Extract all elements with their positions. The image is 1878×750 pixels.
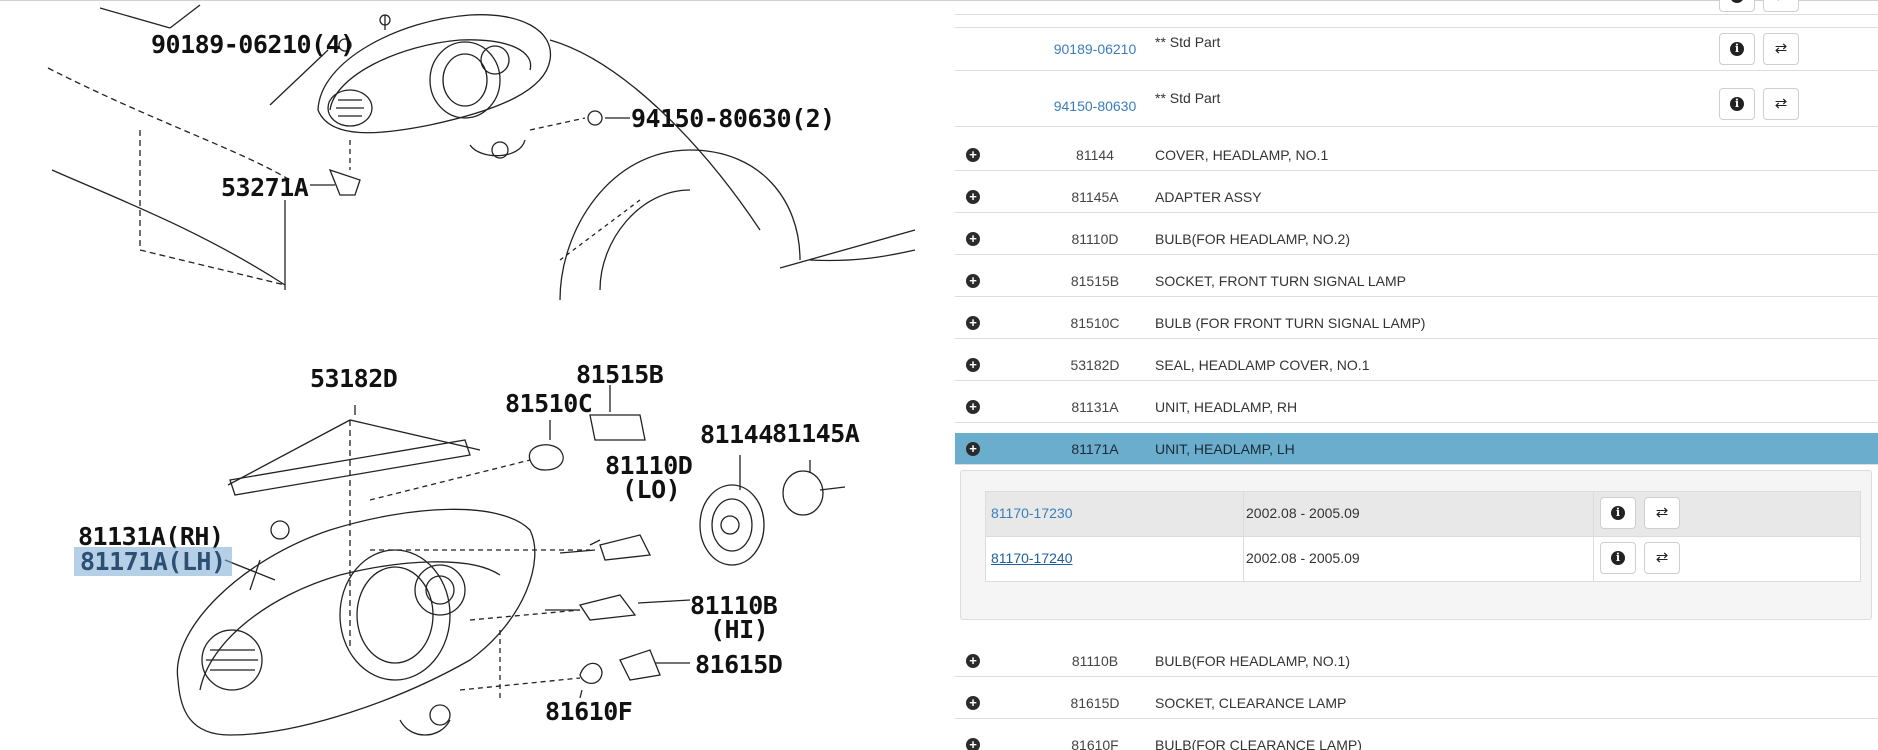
info-icon: i: [1611, 551, 1625, 566]
table-row[interactable]: + 81131A UNIT, HEADLAMP, RH: [955, 391, 1878, 423]
part-name: SEAL, HEADLAMP COVER, NO.1: [1155, 357, 1370, 373]
part-ref: 81110B: [1071, 653, 1119, 669]
part-name: ** Std Part: [1155, 90, 1221, 106]
part-ref: 81615D: [1070, 695, 1120, 711]
swap-button[interactable]: ⇄: [1763, 0, 1799, 12]
table-row-selected[interactable]: + 81171A UNIT, HEADLAMP, LH: [955, 433, 1878, 465]
callout-81515b[interactable]: 81515B: [576, 360, 664, 389]
table-row[interactable]: + 81515B SOCKET, FRONT TURN SIGNAL LAMP: [955, 265, 1878, 297]
expand-icon[interactable]: +: [966, 356, 980, 372]
callout-90189-06210[interactable]: 90189-06210(4): [151, 30, 355, 59]
callout-81144[interactable]: 81144: [700, 420, 773, 449]
info-icon: i: [1730, 0, 1744, 4]
table-row[interactable]: + 81145A ADAPTER ASSY: [955, 181, 1878, 213]
swap-icon: ⇄: [1774, 95, 1788, 112]
callout-lo: (LO): [622, 475, 681, 504]
part-name: ADAPTER ASSY: [1155, 189, 1262, 205]
variant-date-range: 2002.08 - 2005.09: [1246, 550, 1360, 566]
expanded-detail-panel: 81170-17230 2002.08 - 2005.09 i ⇄ 81170-…: [960, 470, 1872, 620]
callout-53182d[interactable]: 53182D: [310, 364, 398, 393]
swap-button[interactable]: ⇄: [1644, 542, 1680, 574]
callout-53271a[interactable]: 53271A: [221, 173, 309, 202]
table-row-spacer: [955, 14, 1878, 28]
part-name: COVER, HEADLAMP, NO.1: [1155, 147, 1329, 163]
table-row[interactable]: + 81610F BULB(FOR CLEARANCE LAMP): [955, 729, 1878, 750]
info-icon: i: [1730, 97, 1744, 112]
part-ref: 53182D: [1070, 357, 1120, 373]
swap-icon: ⇄: [1655, 504, 1669, 521]
part-number-link[interactable]: 94150-80630: [1015, 98, 1175, 114]
part-ref: 81610F: [1071, 737, 1119, 750]
table-row[interactable]: + 81144 COVER, HEADLAMP, NO.1: [955, 139, 1878, 171]
expand-icon[interactable]: +: [966, 272, 980, 288]
expand-icon[interactable]: +: [966, 398, 980, 414]
parts-list: i ⇄ 90189-06210 ** Std Part i ⇄ 94150-80…: [955, 0, 1878, 750]
expand-icon[interactable]: +: [966, 146, 980, 162]
part-number-link[interactable]: 90189-06210: [1015, 41, 1175, 57]
callout-94150-80630[interactable]: 94150-80630(2): [631, 104, 835, 133]
part-name: SOCKET, FRONT TURN SIGNAL LAMP: [1155, 273, 1407, 289]
swap-icon: ⇄: [1774, 40, 1788, 57]
part-name: BULB(FOR HEADLAMP, NO.1): [1155, 653, 1351, 669]
part-ref: 81515B: [1070, 273, 1120, 289]
part-name: UNIT, HEADLAMP, RH: [1155, 399, 1298, 415]
swap-button[interactable]: ⇄: [1763, 33, 1799, 65]
table-row-partial: i ⇄: [955, 0, 1878, 15]
info-icon: i: [1611, 506, 1625, 521]
variant-row: 81170-17230 2002.08 - 2005.09 i ⇄: [986, 492, 1860, 537]
info-button[interactable]: i: [1600, 497, 1636, 529]
swap-button[interactable]: ⇄: [1763, 88, 1799, 120]
part-ref: 81144: [1076, 147, 1114, 163]
expand-icon[interactable]: +: [966, 188, 980, 204]
expand-icon[interactable]: +: [966, 230, 980, 246]
expand-icon[interactable]: +: [966, 652, 980, 668]
part-ref: 81131A: [1071, 399, 1119, 415]
expand-icon[interactable]: +: [966, 314, 980, 330]
callout-81610f[interactable]: 81610F: [545, 697, 633, 726]
part-ref: 81110D: [1071, 231, 1119, 247]
part-ref: 81510C: [1070, 315, 1120, 331]
part-name: BULB(FOR HEADLAMP, NO.2): [1155, 231, 1351, 247]
swap-icon: ⇄: [1655, 549, 1669, 566]
table-row[interactable]: + 53182D SEAL, HEADLAMP COVER, NO.1: [955, 349, 1878, 381]
parts-diagram: 90189-06210(4) 94150-80630(2) 53271A 531…: [0, 0, 940, 750]
callout-81145a[interactable]: 81145A: [772, 419, 860, 448]
callout-81510c[interactable]: 81510C: [505, 389, 593, 418]
part-name: ** Std Part: [1155, 34, 1221, 50]
table-row[interactable]: + 81110D BULB(FOR HEADLAMP, NO.2): [955, 223, 1878, 255]
info-button[interactable]: i: [1600, 542, 1636, 574]
swap-button[interactable]: ⇄: [1644, 497, 1680, 529]
table-row[interactable]: + 81615D SOCKET, CLEARANCE LAMP: [955, 687, 1878, 719]
callout-81615d[interactable]: 81615D: [695, 650, 783, 679]
variant-number-link[interactable]: 81170-17230: [991, 505, 1072, 521]
table-row: 90189-06210 ** Std Part i ⇄: [955, 28, 1878, 71]
table-row[interactable]: + 81110B BULB(FOR HEADLAMP, NO.1): [955, 645, 1878, 677]
part-name: UNIT, HEADLAMP, LH: [1155, 441, 1295, 457]
info-icon: i: [1730, 42, 1744, 57]
part-ref: 81145A: [1071, 189, 1119, 205]
info-button[interactable]: i: [1719, 33, 1755, 65]
variant-date-range: 2002.08 - 2005.09: [1246, 505, 1360, 521]
swap-icon: ⇄: [1775, 0, 1788, 4]
table-row[interactable]: + 81510C BULB (FOR FRONT TURN SIGNAL LAM…: [955, 307, 1878, 339]
variant-number-link[interactable]: 81170-17240: [991, 550, 1072, 566]
variant-table: 81170-17230 2002.08 - 2005.09 i ⇄ 81170-…: [985, 491, 1861, 582]
expand-icon[interactable]: +: [966, 736, 980, 750]
part-name: BULB(FOR CLEARANCE LAMP): [1155, 737, 1362, 750]
collapse-icon[interactable]: +: [966, 440, 980, 456]
expand-icon[interactable]: +: [966, 694, 980, 710]
info-button[interactable]: i: [1719, 0, 1755, 12]
callout-hi: (HI): [710, 615, 769, 644]
callout-81171a-lh[interactable]: 81171A(LH): [74, 547, 232, 576]
part-ref: 81171A: [1071, 441, 1119, 457]
part-name: BULB (FOR FRONT TURN SIGNAL LAMP): [1155, 315, 1426, 331]
info-button[interactable]: i: [1719, 88, 1755, 120]
variant-row: 81170-17240 2002.08 - 2005.09 i ⇄: [986, 537, 1860, 582]
part-name: SOCKET, CLEARANCE LAMP: [1155, 695, 1347, 711]
table-row: 94150-80630 ** Std Part i ⇄: [955, 71, 1878, 127]
